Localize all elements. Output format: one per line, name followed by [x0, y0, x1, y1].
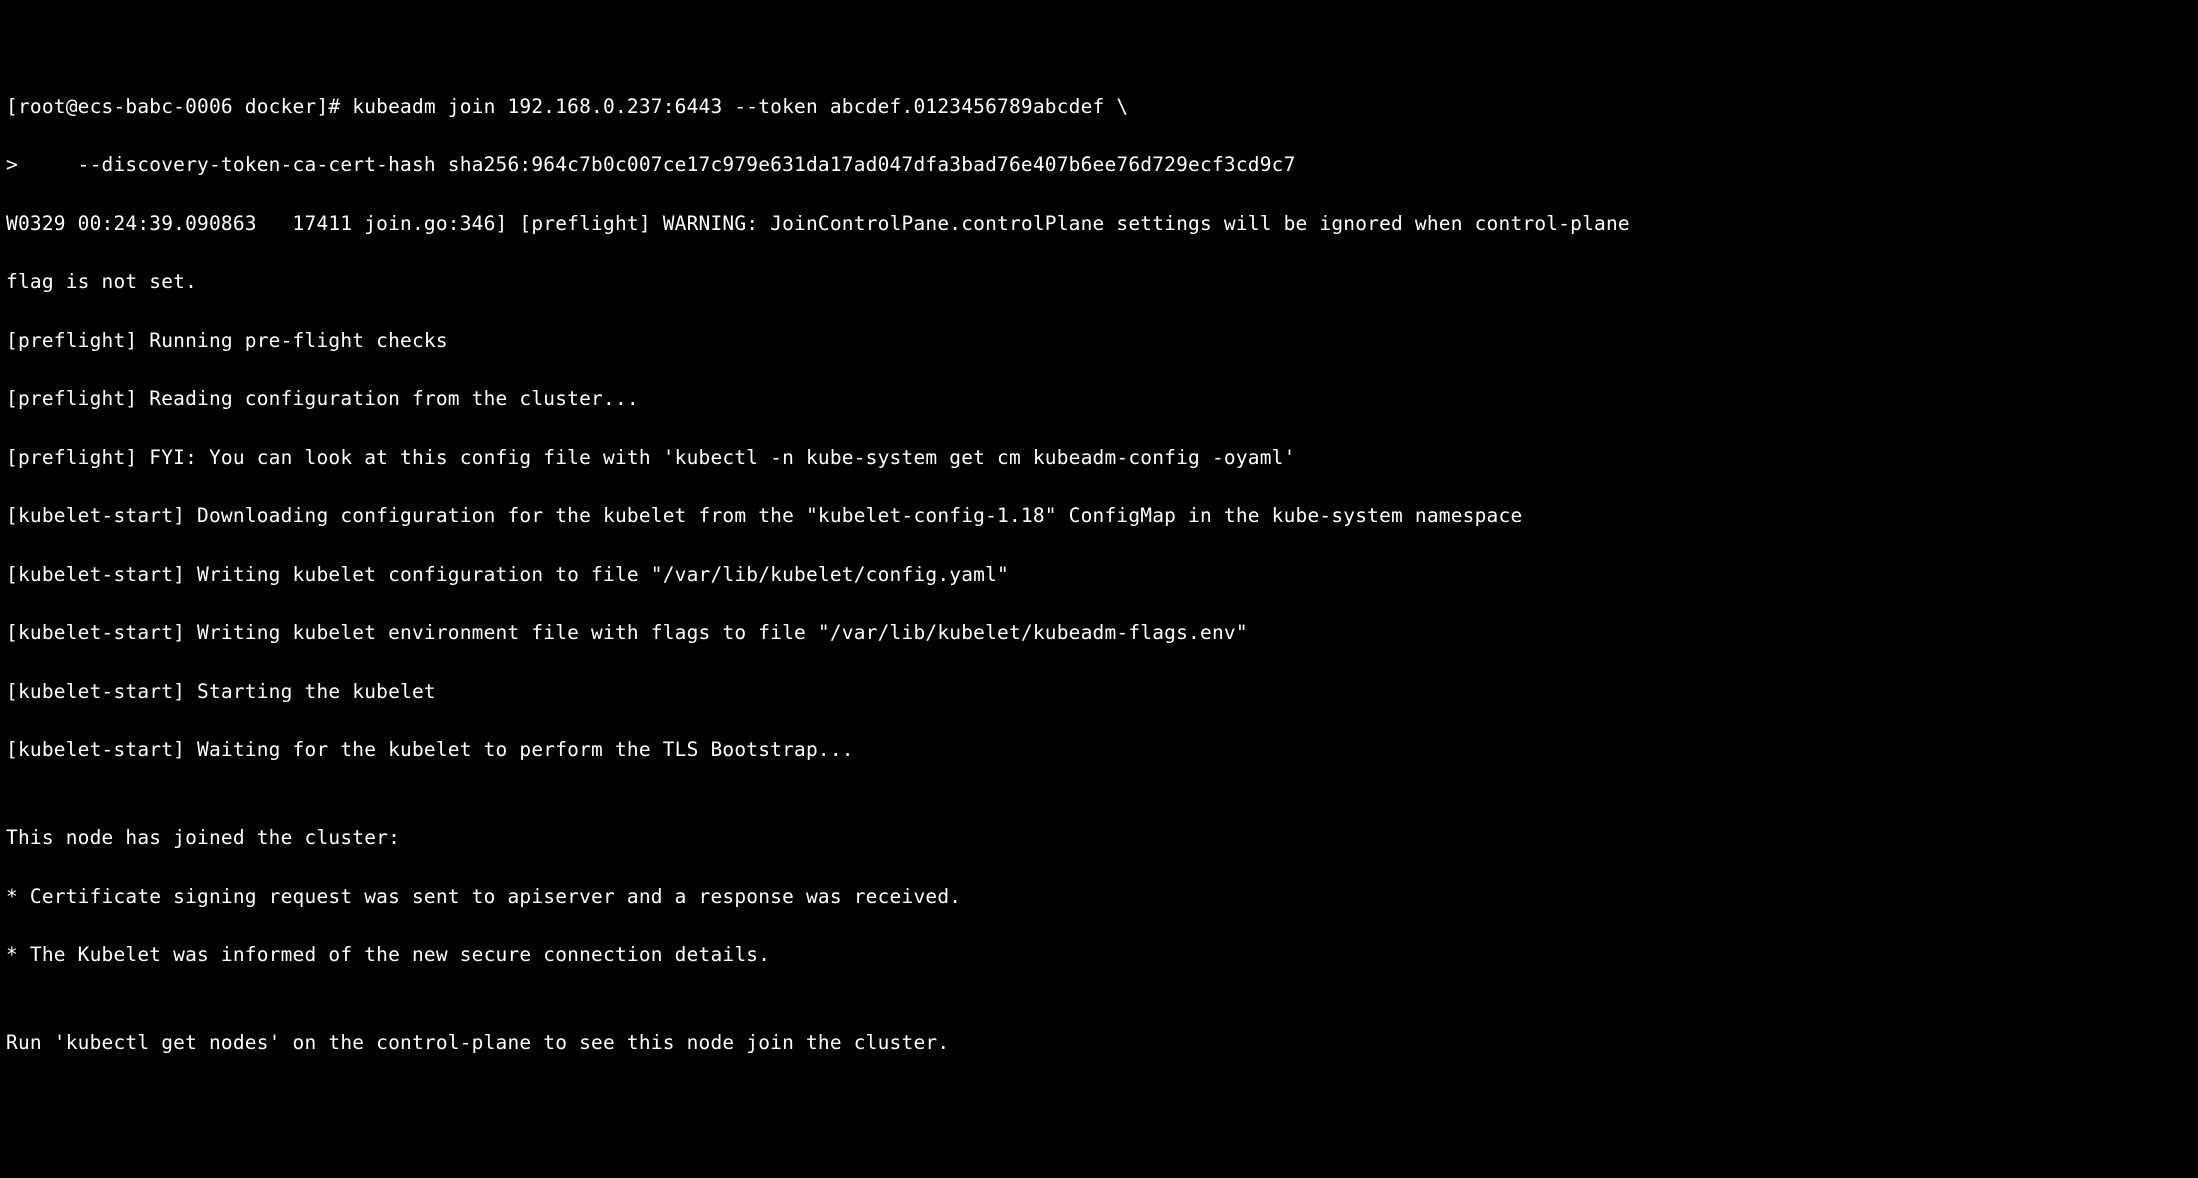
- terminal-line: [root@ecs-babc-0006 docker]# kubeadm joi…: [6, 92, 2192, 121]
- terminal-line: [preflight] Reading configuration from t…: [6, 384, 2192, 413]
- terminal-line: * Certificate signing request was sent t…: [6, 882, 2192, 911]
- terminal-line: [kubelet-start] Writing kubelet configur…: [6, 560, 2192, 589]
- terminal-line: * The Kubelet was informed of the new se…: [6, 940, 2192, 969]
- terminal-line: > --discovery-token-ca-cert-hash sha256:…: [6, 150, 2192, 179]
- terminal-line: [kubelet-start] Downloading configuratio…: [6, 501, 2192, 530]
- terminal-line: [preflight] Running pre-flight checks: [6, 326, 2192, 355]
- terminal-line: W0329 00:24:39.090863 17411 join.go:346]…: [6, 209, 2192, 238]
- terminal-line: [kubelet-start] Waiting for the kubelet …: [6, 735, 2192, 764]
- terminal-line: [preflight] FYI: You can look at this co…: [6, 443, 2192, 472]
- terminal-line: [kubelet-start] Writing kubelet environm…: [6, 618, 2192, 647]
- terminal-line: This node has joined the cluster:: [6, 823, 2192, 852]
- terminal-line: Run 'kubectl get nodes' on the control-p…: [6, 1028, 2192, 1057]
- terminal-line: flag is not set.: [6, 267, 2192, 296]
- terminal-line: [kubelet-start] Starting the kubelet: [6, 677, 2192, 706]
